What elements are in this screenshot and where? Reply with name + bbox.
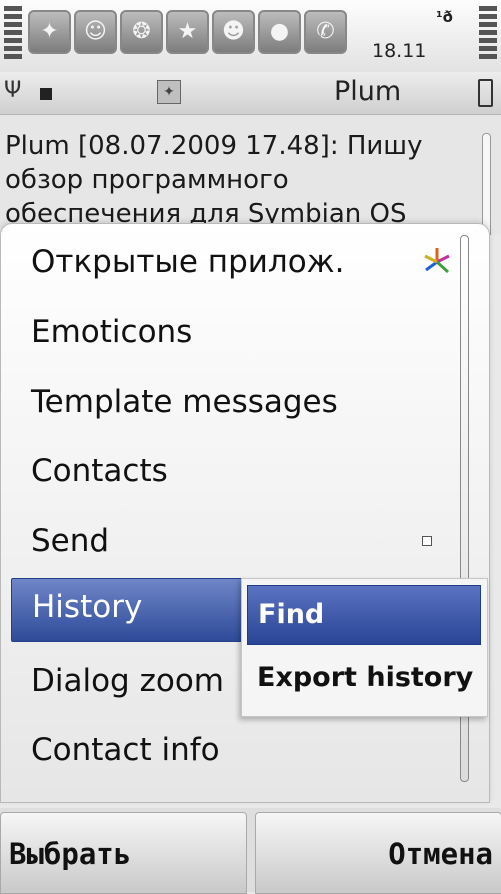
- menu-item-label: Открытые прилож.: [31, 244, 345, 280]
- status-bar: ✦ ☺ ❂ ★ ☻ ● ✆ ¹ð 18.11: [0, 0, 501, 72]
- signal-strength-icon: [4, 6, 22, 59]
- menu-item-send[interactable]: Send: [11, 513, 466, 575]
- menu-item-label: Contacts: [31, 453, 168, 489]
- app-glyph: ❂: [132, 19, 151, 44]
- chat-scrollbar[interactable]: [482, 133, 491, 235]
- smiley-icon[interactable]: ☻: [212, 10, 255, 54]
- submenu-item-label: Find: [258, 599, 325, 630]
- submenu-item-label: Export history: [257, 662, 474, 693]
- menu-item-label: Dialog zoom: [31, 663, 224, 699]
- lightbulb-icon[interactable]: ❂: [120, 10, 163, 54]
- clock: 18.11: [372, 40, 427, 62]
- battery-icon: [478, 79, 493, 107]
- antenna-icon: Ψ: [4, 78, 22, 103]
- cancel-softkey[interactable]: Отмена: [255, 812, 501, 894]
- submenu-item-export-history[interactable]: Export history: [247, 649, 479, 707]
- network-indicator-icon: [40, 88, 52, 100]
- softkey-bar: Выбрать Отмена: [0, 808, 501, 894]
- menu-item-contact-info[interactable]: Contact info: [11, 722, 466, 784]
- bluetooth-lock-icon: ¹ð: [436, 8, 453, 26]
- person-icon[interactable]: ☺: [74, 10, 117, 54]
- history-submenu: Find Export history: [241, 578, 488, 717]
- menu-item-template-messages[interactable]: Template messages: [11, 374, 466, 436]
- menu-item-emoticons[interactable]: Emoticons: [11, 304, 466, 366]
- app-shortcut-bar: ✦ ☺ ❂ ★ ☻ ● ✆: [28, 10, 347, 54]
- app-glyph: ✆: [316, 19, 335, 44]
- menu-item-label: History: [32, 589, 143, 625]
- app-glyph: ☻: [222, 19, 245, 44]
- chat-message: Plum [08.07.2009 17.48]: Пишу обзор прог…: [5, 131, 423, 229]
- submenu-item-find[interactable]: Find: [247, 585, 481, 645]
- chat-bubble-icon[interactable]: ●: [258, 10, 301, 54]
- app-glyph: ★: [177, 19, 198, 44]
- menu-item-label: Send: [31, 523, 110, 559]
- contacts-group-icon[interactable]: ✦: [28, 10, 71, 54]
- battery-level-icon: [479, 6, 497, 59]
- select-softkey[interactable]: Выбрать: [0, 812, 247, 894]
- page-title: Plum: [334, 76, 402, 107]
- menu-item-label: Template messages: [31, 384, 338, 420]
- contact-avatar-icon: ✦: [157, 80, 181, 104]
- title-bar: Ψ ✦ Plum: [0, 72, 501, 115]
- submenu-indicator-icon: [422, 536, 432, 546]
- menu-item-contacts[interactable]: Contacts: [11, 443, 466, 505]
- menu-item-open-apps[interactable]: Открытые прилож.: [11, 234, 466, 296]
- open-apps-spark-icon: [424, 248, 450, 274]
- softkey-label: Отмена: [388, 837, 493, 871]
- menu-item-label: Emoticons: [31, 314, 193, 350]
- running-man-icon[interactable]: ★: [166, 10, 209, 54]
- app-glyph: ✦: [40, 19, 59, 44]
- app-glyph: ☺: [84, 19, 107, 44]
- menu-item-label: Contact info: [31, 732, 220, 768]
- softkey-label: Выбрать: [9, 837, 132, 871]
- phone-person-icon[interactable]: ✆: [304, 10, 347, 54]
- app-glyph: ●: [269, 19, 290, 44]
- chat-log[interactable]: Plum [08.07.2009 17.48]: Пишу обзор прог…: [0, 115, 501, 235]
